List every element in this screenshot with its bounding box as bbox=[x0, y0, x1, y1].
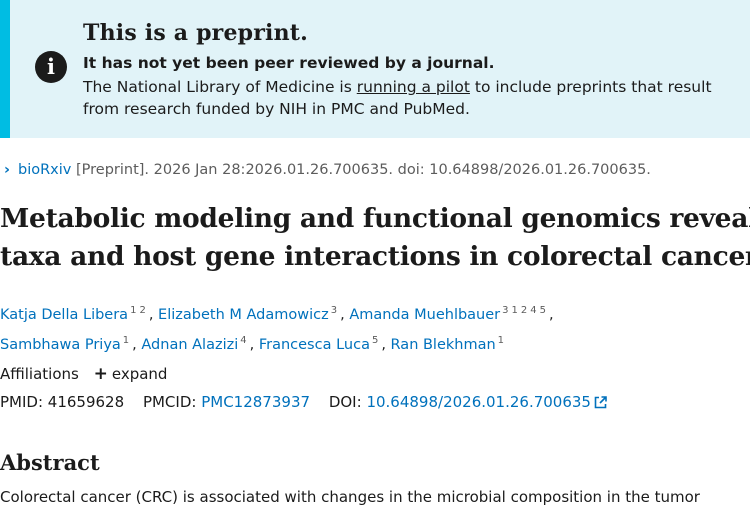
doi-link[interactable]: 10.64898/2026.01.26.700635 bbox=[366, 393, 607, 411]
affiliation-ref[interactable]: 1 bbox=[512, 305, 518, 316]
title-line: taxa and host gene interactions in color… bbox=[0, 241, 750, 272]
affiliation-ref[interactable]: 3 bbox=[502, 305, 508, 316]
author-link[interactable]: Ran Blekhman bbox=[391, 337, 496, 353]
citation-details: [Preprint]. 2026 Jan 28:2026.01.26.70063… bbox=[75, 162, 651, 178]
affiliation-ref[interactable]: 4 bbox=[530, 305, 536, 316]
info-icon: i bbox=[35, 51, 67, 83]
author-link[interactable]: Adnan Alazizi bbox=[141, 337, 238, 353]
affiliation-ref[interactable]: 1 bbox=[123, 335, 129, 346]
affiliation-ref[interactable]: 1 bbox=[498, 335, 504, 346]
plus-icon: + bbox=[93, 364, 108, 384]
notice-heading: This is a preprint. bbox=[83, 20, 309, 46]
notice-body: The National Library of Medicine is runn… bbox=[83, 76, 743, 120]
running-a-pilot-link[interactable]: running a pilot bbox=[357, 78, 470, 96]
identifiers-row: PMID: 41659628 PMCID: PMC12873937 DOI: 1… bbox=[0, 393, 607, 411]
abstract-text: Colorectal cancer (CRC) is associated wi… bbox=[0, 488, 700, 506]
affiliation-ref[interactable]: 3 bbox=[331, 305, 337, 316]
chevron-right-icon: › bbox=[4, 162, 10, 178]
pmid-value: 41659628 bbox=[47, 393, 125, 411]
external-link-icon bbox=[594, 396, 607, 409]
author-list: Katja Della Libera 1 2, Elizabeth M Adamow… bbox=[0, 305, 554, 353]
affiliation-ref[interactable]: 5 bbox=[540, 305, 546, 316]
abstract-heading: Abstract bbox=[0, 450, 100, 475]
affiliation-ref[interactable]: 2 bbox=[521, 305, 527, 316]
notice-peer-review-text: It has not yet been peer reviewed by a j… bbox=[83, 54, 495, 72]
expand-affiliations-button[interactable]: + expand bbox=[93, 364, 168, 384]
doi-label: DOI: bbox=[328, 393, 362, 411]
author-link[interactable]: Francesca Luca bbox=[259, 337, 370, 353]
title-line: Metabolic modeling and functional genomi… bbox=[0, 203, 750, 234]
author-link[interactable]: Katja Della Libera bbox=[0, 307, 128, 323]
expand-label: expand bbox=[111, 365, 168, 383]
affiliation-ref[interactable]: 5 bbox=[372, 335, 378, 346]
author-link[interactable]: Elizabeth M Adamowicz bbox=[158, 307, 329, 323]
affiliation-ref[interactable]: 2 bbox=[139, 305, 145, 316]
pmid-label: PMID: bbox=[0, 393, 44, 411]
citation-line: › bioRxiv [Preprint]. 2026 Jan 28:2026.01… bbox=[4, 162, 651, 178]
affiliation-ref[interactable]: 4 bbox=[240, 335, 246, 346]
affiliations-label: Affiliations bbox=[0, 365, 79, 383]
pmcid-link[interactable]: PMC12873937 bbox=[201, 393, 310, 411]
doi-value: 10.64898/2026.01.26.700635 bbox=[366, 393, 591, 411]
author-link[interactable]: Amanda Muehlbauer bbox=[349, 307, 500, 323]
notice-body-text: The National Library of Medicine is bbox=[83, 78, 357, 96]
preprint-notice: i This is a preprint. It has not yet bee… bbox=[0, 0, 750, 138]
pmcid-label: PMCID: bbox=[142, 393, 197, 411]
affiliation-ref[interactable]: 1 bbox=[130, 305, 136, 316]
author-link[interactable]: Sambhawa Priya bbox=[0, 337, 121, 353]
affiliations-row: Affiliations + expand bbox=[0, 364, 167, 384]
article-title: Metabolic modeling and functional genomi… bbox=[0, 200, 750, 276]
journal-link[interactable]: bioRxiv bbox=[18, 162, 71, 178]
